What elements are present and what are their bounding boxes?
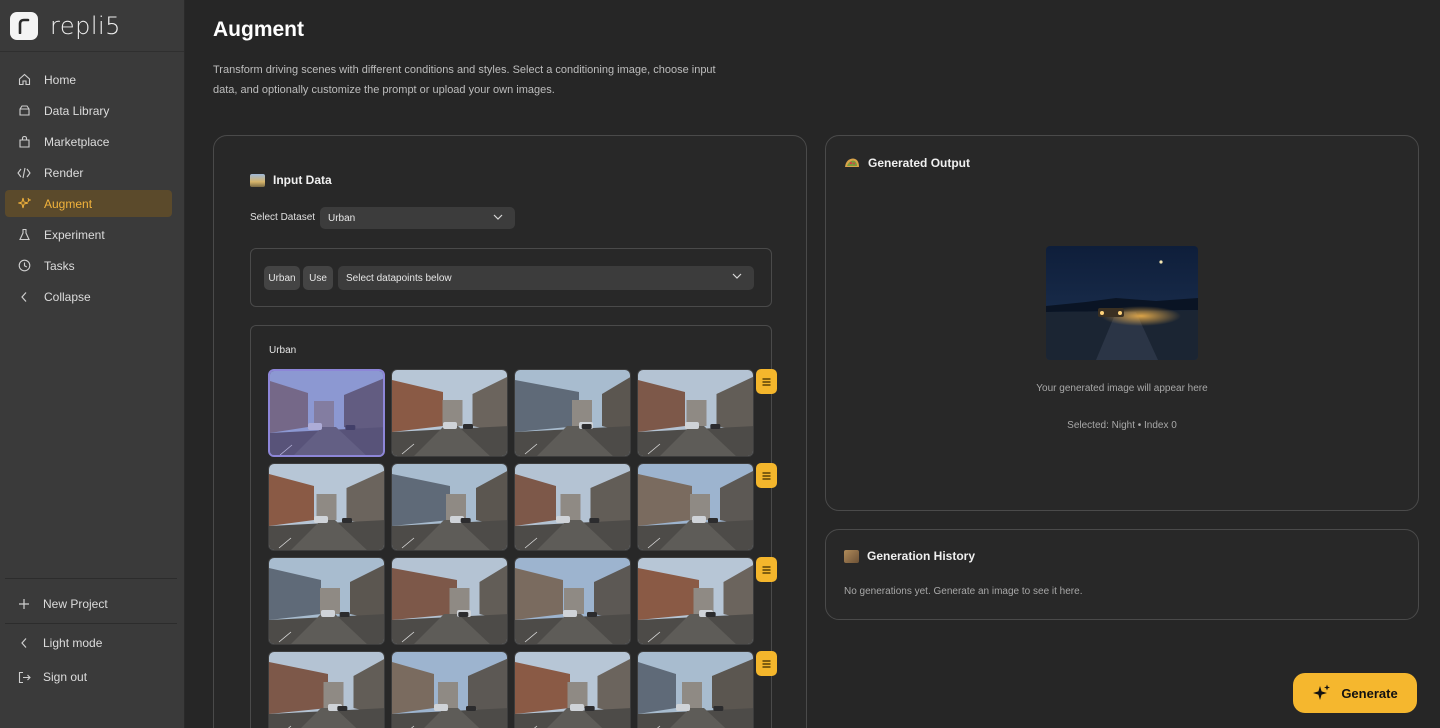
page-title: Augment: [213, 18, 304, 41]
sidebar-item-label: Experiment: [44, 227, 105, 242]
row-menu-button[interactable]: [756, 651, 777, 676]
sidebar-item-data-library[interactable]: Data Library: [5, 97, 172, 124]
sidebar-item-label: Data Library: [44, 103, 110, 118]
gallery-image[interactable]: [391, 557, 508, 645]
gallery-image[interactable]: [514, 557, 631, 645]
sign-out-button[interactable]: Sign out: [5, 660, 177, 694]
menu-icon: [762, 565, 771, 574]
generate-label: Generate: [1341, 685, 1398, 701]
sidebar-item-collapse[interactable]: Collapse: [5, 283, 172, 310]
code-icon: [17, 166, 31, 180]
sign-out-icon: [17, 670, 31, 684]
taco-icon: [844, 157, 860, 169]
urban-gallery: Urban: [250, 325, 777, 728]
chevron-left-icon: [17, 636, 31, 650]
gallery-image[interactable]: [637, 651, 754, 728]
sidebar-item-label: Augment: [44, 196, 93, 211]
gallery-image[interactable]: [514, 369, 631, 457]
chip-use[interactable]: Use: [303, 266, 333, 290]
sidebar-footer: New Project Light mode Sign out: [5, 578, 177, 694]
home-icon: [17, 73, 31, 87]
light-mode-label: Light mode: [43, 636, 103, 650]
datapoint-filter: Urban Use Select datapoints below: [250, 248, 772, 307]
history-icon: [844, 549, 859, 563]
gallery-image[interactable]: [268, 463, 385, 551]
gallery-image[interactable]: [268, 557, 385, 645]
input-panel: Input Data Select Dataset Urban Urban Us…: [213, 135, 807, 728]
history-empty-text: No generations yet. Generate an image to…: [844, 586, 1083, 597]
dataset-label: Select Dataset: [250, 212, 316, 223]
sidebar-item-augment[interactable]: Augment: [5, 190, 172, 217]
sign-out-label: Sign out: [43, 670, 88, 684]
datapoints-select[interactable]: Select datapoints below: [338, 266, 754, 290]
new-project-label: New Project: [43, 597, 108, 611]
sidebar-item-label: Home: [44, 72, 77, 87]
row-menu-button[interactable]: [756, 463, 777, 488]
page-description: Transform driving scenes with different …: [213, 64, 716, 96]
gallery-image[interactable]: [637, 557, 754, 645]
sidebar-item-label: Tasks: [44, 258, 75, 273]
input-data-title: Input Data: [273, 173, 332, 187]
app-name: repli5: [50, 11, 121, 40]
generated-output-heading: Generated Output: [844, 156, 970, 170]
sidebar-item-tasks[interactable]: Tasks: [5, 252, 172, 279]
clock-icon: [17, 259, 31, 273]
logo-icon: [10, 11, 38, 40]
output-placeholder-text: Your generated image will appear here: [1036, 383, 1208, 394]
logo[interactable]: repli5: [0, 0, 184, 52]
input-data-heading: Input Data: [250, 173, 332, 187]
gallery-image[interactable]: [637, 463, 754, 551]
datapoints-placeholder: Select datapoints below: [346, 272, 452, 284]
dataset-select[interactable]: Urban: [320, 207, 515, 229]
database-icon: [17, 104, 31, 118]
generated-output-title: Generated Output: [868, 156, 971, 170]
new-project-button[interactable]: New Project: [5, 587, 177, 621]
output-preview-image: [1046, 246, 1198, 360]
image-icon: [250, 173, 265, 187]
sidebar-nav: Home Data Library Marketplace Render Aug…: [5, 66, 172, 314]
chip-urban[interactable]: Urban: [264, 266, 300, 290]
flask-icon: [17, 228, 31, 242]
gallery-image[interactable]: [514, 651, 631, 728]
menu-icon: [762, 471, 771, 480]
sidebar-item-home[interactable]: Home: [5, 66, 172, 93]
sidebar-item-experiment[interactable]: Experiment: [5, 221, 172, 248]
history-title: Generation History: [867, 549, 976, 563]
history-heading: Generation History: [844, 549, 975, 563]
plus-icon: [17, 597, 31, 611]
output-selection-text: Selected: Night • Index 0: [1067, 420, 1177, 431]
history-panel: Generation History No generations yet. G…: [825, 529, 1419, 620]
gallery-image[interactable]: [391, 651, 508, 728]
gallery-image[interactable]: [391, 369, 508, 457]
gallery-label: Urban: [269, 345, 297, 356]
sparkle-icon: [17, 197, 31, 211]
gallery-image[interactable]: [391, 463, 508, 551]
sparkles-icon: [1312, 683, 1332, 703]
bag-icon: [17, 135, 31, 149]
chevron-left-icon: [17, 290, 31, 304]
sidebar-item-label: Collapse: [44, 289, 91, 304]
sidebar-item-marketplace[interactable]: Marketplace: [5, 128, 172, 155]
chevron-down-icon: [732, 272, 742, 283]
light-mode-toggle[interactable]: Light mode: [5, 626, 177, 660]
row-menu-button[interactable]: [756, 369, 777, 394]
gallery-image[interactable]: [268, 369, 385, 457]
sidebar: repli5 Home Data Library Marketplace Ren…: [0, 0, 185, 728]
gallery-image[interactable]: [637, 369, 754, 457]
divider: [5, 623, 177, 624]
menu-icon: [762, 659, 771, 668]
gallery-image[interactable]: [514, 463, 631, 551]
gallery-image[interactable]: [268, 651, 385, 728]
sidebar-item-label: Marketplace: [44, 134, 110, 149]
output-panel: Generated Output Your generated image wi…: [825, 135, 1419, 511]
generate-button[interactable]: Generate: [1293, 673, 1417, 713]
dataset-select-value: Urban: [328, 212, 356, 224]
menu-icon: [762, 377, 771, 386]
row-menu-button[interactable]: [756, 557, 777, 582]
sidebar-item-render[interactable]: Render: [5, 159, 172, 186]
chevron-down-icon: [493, 213, 503, 224]
sidebar-item-label: Render: [44, 165, 84, 180]
